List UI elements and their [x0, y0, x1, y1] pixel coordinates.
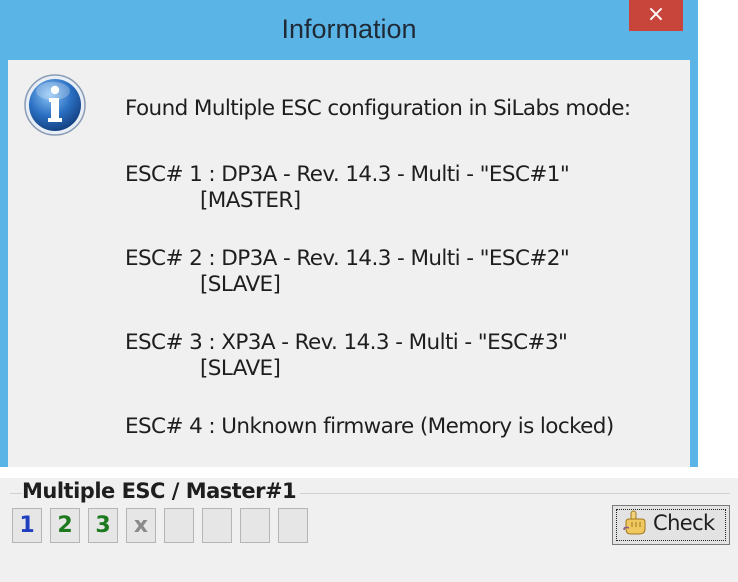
- info-icon: [24, 74, 86, 136]
- esc3-role: [SLAVE]: [200, 356, 281, 381]
- dialog-title: Information: [281, 14, 417, 44]
- hand-pointer-icon: [623, 510, 646, 535]
- group-title: Multiple ESC / Master#1: [22, 479, 301, 503]
- esc1-role: [MASTER]: [200, 188, 301, 213]
- esc-button-6[interactable]: [202, 508, 232, 543]
- esc-button-3[interactable]: 3: [88, 508, 118, 543]
- close-button[interactable]: ×: [629, 0, 683, 31]
- dialog-titlebar[interactable]: Information ×: [0, 0, 698, 60]
- esc2-role: [SLAVE]: [200, 272, 281, 297]
- esc-button-1[interactable]: 1: [12, 508, 42, 543]
- esc2-info: ESC# 2 : DP3A - Rev. 14.3 - Multi - "ESC…: [125, 246, 570, 271]
- check-button-label: Check: [653, 511, 715, 535]
- message-intro: Found Multiple ESC configuration in SiLa…: [125, 96, 631, 121]
- esc-button-5[interactable]: [164, 508, 194, 543]
- esc3-info: ESC# 3 : XP3A - Rev. 14.3 - Multi - "ESC…: [125, 330, 568, 355]
- information-dialog: Information × Found Multiple ESC configu…: [0, 0, 698, 467]
- esc-button-2[interactable]: 2: [50, 508, 80, 543]
- esc1-info: ESC# 1 : DP3A - Rev. 14.3 - Multi - "ESC…: [125, 162, 570, 187]
- esc-button-4[interactable]: x: [126, 508, 156, 543]
- esc-button-7[interactable]: [240, 508, 270, 543]
- esc-button-8[interactable]: [278, 508, 308, 543]
- esc4-info: ESC# 4 : Unknown firmware (Memory is loc…: [125, 414, 614, 439]
- check-button[interactable]: Check: [612, 505, 730, 545]
